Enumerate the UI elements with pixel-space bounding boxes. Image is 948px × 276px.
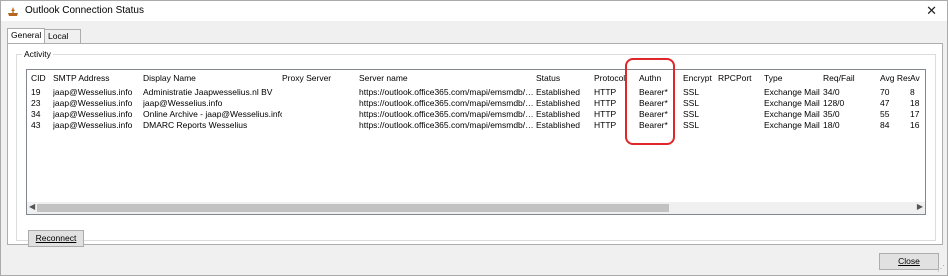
cell-cid: 19 (31, 87, 41, 97)
tab-general[interactable]: General (7, 28, 46, 43)
cell-server-name: https://outlook.office365.com/mapi/emsmd… (359, 87, 534, 97)
cell-status: Established (536, 109, 580, 119)
cell-cid: 34 (31, 109, 41, 119)
window-title: Outlook Connection Status (25, 5, 144, 16)
tab-panel-general: Activity ◀ ▶ CID SMTP Address Display Name… (7, 43, 943, 247)
cell-encrypt: SSL (683, 87, 700, 97)
cell-smtp-address: jaap@Wesselius.info (53, 87, 133, 97)
reconnect-button[interactable]: Reconnect (28, 230, 84, 247)
close-button[interactable]: Close (879, 253, 939, 270)
cell-av: 17 (910, 109, 920, 119)
connections-list[interactable]: ◀ ▶ CID SMTP Address Display Name Proxy Ser… (26, 69, 926, 215)
close-icon[interactable]: ✕ (926, 3, 937, 19)
cell-smtp-address: jaap@Wesselius.info (53, 109, 133, 119)
column-header-status[interactable]: Status (536, 73, 594, 86)
cell-display-name: Online Archive - jaap@Wesselius.info (143, 109, 282, 119)
scrollbar-thumb[interactable] (37, 204, 669, 212)
column-header-display-name[interactable]: Display Name (143, 73, 282, 86)
outlook-app-icon (8, 7, 18, 16)
cell-cid: 43 (31, 120, 41, 130)
cell-server-name: https://outlook.office365.com/mapi/emsmd… (359, 109, 534, 119)
cell-display-name: Administratie Jaapwesselius.nl BV (143, 87, 273, 97)
column-header-rpcport[interactable]: RPCPort (718, 73, 764, 86)
cell-status: Established (536, 120, 580, 130)
resize-grip-icon[interactable]: ⋰ (937, 264, 945, 273)
scroll-right-icon[interactable]: ▶ (917, 202, 923, 211)
cell-req-fail: 128/0 (823, 98, 845, 108)
activity-label: Activity (22, 49, 53, 59)
cell-type: Exchange Mail (764, 109, 820, 119)
cell-smtp-address: jaap@Wesselius.info (53, 120, 133, 130)
close-label: Close (898, 256, 920, 266)
cell-req-fail: 34/0 (823, 87, 840, 97)
cell-av: 18 (910, 98, 920, 108)
cell-display-name: DMARC Reports Wesselius (143, 120, 248, 130)
cell-smtp-address: jaap@Wesselius.info (53, 98, 133, 108)
cell-av: 8 (910, 87, 915, 97)
cell-type: Exchange Mail (764, 98, 820, 108)
scroll-left-icon[interactable]: ◀ (29, 202, 35, 211)
cell-req-fail: 18/0 (823, 120, 840, 130)
column-header-avg-resp[interactable]: Avg Resp (880, 73, 910, 86)
column-header-cid[interactable]: CID (31, 73, 53, 86)
tab-local-mailbox[interactable]: Local Mailbox (44, 29, 82, 54)
column-header-server-name[interactable]: Server name (359, 73, 534, 86)
cell-req-fail: 35/0 (823, 109, 840, 119)
title-bar: Outlook Connection Status ✕ (1, 1, 947, 21)
outlook-connection-status-window: Outlook Connection Status ✕ General Loca… (0, 0, 948, 276)
cell-avg-resp: 70 (880, 87, 890, 97)
cell-status: Established (536, 87, 580, 97)
column-header-encrypt[interactable]: Encrypt (683, 73, 718, 86)
cell-display-name: jaap@Wesselius.info (143, 98, 223, 108)
horizontal-scrollbar[interactable]: ◀ ▶ (27, 202, 925, 214)
cell-avg-resp: 47 (880, 98, 890, 108)
column-header-av[interactable]: Av (910, 73, 925, 86)
cell-type: Exchange Mail (764, 87, 820, 97)
cell-status: Established (536, 98, 580, 108)
cell-encrypt: SSL (683, 98, 700, 108)
column-header-smtp-address[interactable]: SMTP Address (53, 73, 143, 86)
cell-cid: 23 (31, 98, 41, 108)
cell-avg-resp: 84 (880, 120, 890, 130)
cell-encrypt: SSL (683, 109, 700, 119)
cell-server-name: https://outlook.office365.com/mapi/emsmd… (359, 120, 534, 130)
authn-column-highlight (625, 58, 675, 145)
cell-server-name: https://outlook.office365.com/mapi/emsmd… (359, 98, 534, 108)
column-header-proxy-server[interactable]: Proxy Server (282, 73, 359, 86)
cell-avg-resp: 55 (880, 109, 890, 119)
column-header-req-fail[interactable]: Req/Fail (823, 73, 880, 86)
cell-encrypt: SSL (683, 120, 700, 130)
cell-type: Exchange Mail (764, 120, 820, 130)
reconnect-label: Reconnect (35, 233, 77, 243)
activity-groupbox: Activity ◀ ▶ CID SMTP Address Display Name… (16, 49, 936, 247)
column-header-type[interactable]: Type (764, 73, 823, 86)
cell-av: 16 (910, 120, 920, 130)
